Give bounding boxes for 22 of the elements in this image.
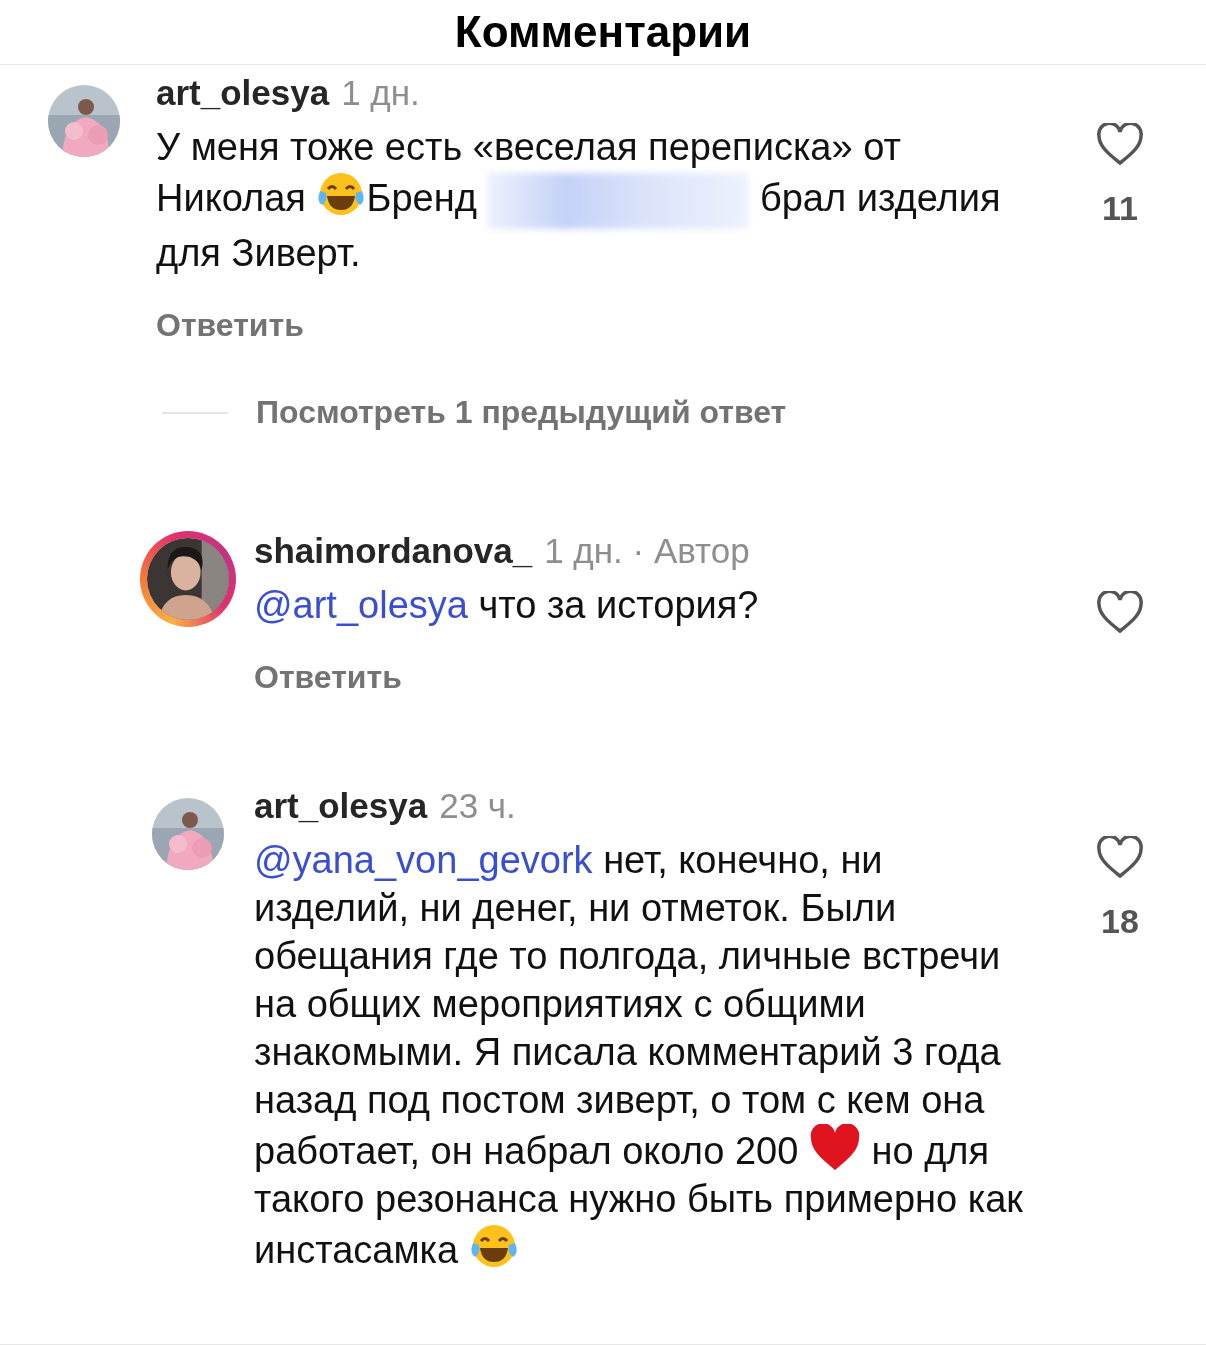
like-icon[interactable]	[1096, 836, 1144, 880]
comment-text: @art_olesya что за история?	[254, 583, 760, 628]
like-icon[interactable]	[1096, 123, 1144, 168]
comment-time: 1 дн.	[341, 73, 420, 114]
username[interactable]: art_olesya	[254, 786, 428, 826]
header-title: Комментарии	[454, 7, 752, 57]
comment-text: @yana_von_gevork нет, конечно, ни изделий, ни денег, ни отметок. Были обещания где то полгода, личные встречи на общих мероприятиях с общими знакомыми. Я писала комментарий 3 года назад под постом зиверт, о том с кем она работает, он набрал около 200 но для такого резонанса нужно быть примерно как инстасамка	[254, 838, 1024, 1273]
mention-link[interactable]: @yana_von_gevork	[254, 839, 593, 881]
like-count: 18	[1101, 902, 1139, 941]
like-count: 11	[1102, 189, 1138, 229]
heart-emoji-icon	[808, 1124, 861, 1172]
comment-time: 1 дн. · Автор	[544, 531, 750, 571]
username[interactable]: art_olesya	[156, 73, 330, 114]
like-icon[interactable]	[1096, 591, 1144, 635]
comment-time: 23 ч.	[439, 786, 516, 826]
reply-button[interactable]: Ответить	[254, 659, 402, 696]
comment-text: У меня тоже есть «веселая переписка» от Николая Бренд брал изделия для Зиверт.	[156, 125, 1002, 276]
view-replies-button[interactable]: Посмотреть 1 предыдущий ответ	[256, 394, 787, 431]
laughing-emoji-icon	[468, 1223, 519, 1269]
reply-button[interactable]: Ответить	[156, 307, 304, 344]
mention-link[interactable]: @art_olesya	[254, 584, 468, 626]
username[interactable]: shaimordanova_	[254, 531, 533, 571]
